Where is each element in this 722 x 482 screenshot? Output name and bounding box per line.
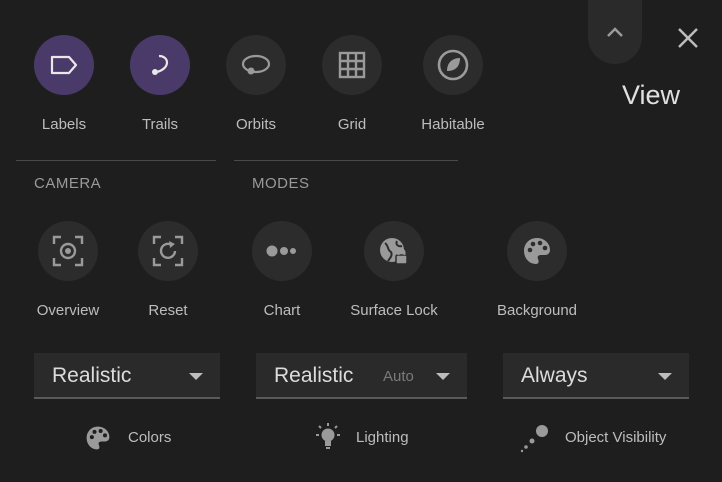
grid-label: Grid [337,116,367,133]
visibility-select[interactable]: Always [503,353,689,399]
labels-label: Labels [41,116,87,133]
modes-heading: MODES [252,175,310,192]
overview-label: Overview [36,302,100,319]
grid-icon [338,51,366,79]
target-focus-icon [52,235,84,267]
object-visibility-label: Object Visibility [565,429,667,446]
label-icon [50,55,78,75]
grid-toggle[interactable] [322,35,382,95]
dots-icon [266,245,296,257]
collapse-button[interactable] [588,0,642,64]
surface-lock-button[interactable] [364,221,424,281]
colors-select-value: Realistic [52,364,132,387]
surface-lock-label: Surface Lock [350,302,438,319]
overview-button[interactable] [38,221,98,281]
chart-label: Chart [263,302,301,319]
orbit-icon [241,54,271,75]
divider-camera [16,160,216,161]
reset-button[interactable] [138,221,198,281]
colors-label: Colors [128,429,172,446]
close-button[interactable] [676,26,700,50]
caret-down-icon [189,373,203,380]
lighting-label: Lighting [356,429,409,446]
leaf-icon [437,49,469,81]
background-label: Background [496,302,578,319]
chart-button[interactable] [252,221,312,281]
palette-icon [524,238,550,264]
close-icon [678,28,698,48]
reset-icon [152,235,184,267]
trails-toggle[interactable] [130,35,190,95]
visibility-icon [520,423,550,458]
visibility-select-value: Always [521,364,588,387]
globe-lock-icon [380,238,408,265]
divider-modes [234,160,458,161]
lightbulb-icon [312,421,344,458]
colors-select[interactable]: Realistic [34,353,220,399]
lighting-select-value: Realistic [274,364,354,387]
lighting-select[interactable]: Realistic Auto [256,353,467,399]
caret-down-icon [658,373,672,380]
camera-heading: CAMERA [34,175,102,192]
trail-icon [152,54,169,75]
chevron-up-icon [607,27,623,37]
caret-down-icon [436,373,450,380]
habitable-toggle[interactable] [423,35,483,95]
lighting-select-sub: Auto [383,368,414,385]
background-button[interactable] [507,221,567,281]
labels-toggle[interactable] [34,35,94,95]
panel-title: View [622,80,681,110]
habitable-label: Habitable [421,116,485,133]
reset-label: Reset [148,302,188,319]
orbits-toggle[interactable] [226,35,286,95]
palette-icon [84,424,112,457]
orbits-label: Orbits [235,116,277,133]
trails-label: Trails [141,116,179,133]
